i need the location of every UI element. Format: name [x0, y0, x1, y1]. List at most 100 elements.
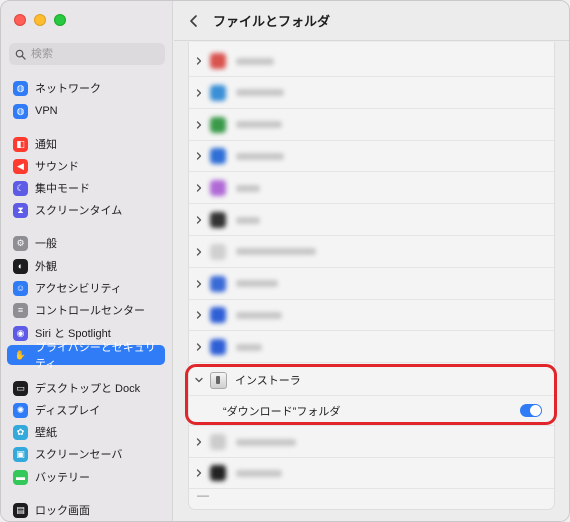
blurred-app-name — [236, 89, 284, 97]
chevron-right-icon[interactable] — [194, 468, 204, 478]
sidebar-item-label: 集中モード — [35, 183, 90, 195]
minimize-window-button[interactable] — [34, 14, 46, 26]
sidebar-item[interactable]: ✺ ディスプレイ — [7, 400, 165, 420]
app-icon — [210, 307, 226, 324]
screensaver-icon: ▣ — [13, 446, 28, 462]
blurred-app-name — [236, 184, 260, 192]
search-field[interactable] — [9, 43, 165, 65]
zoom-window-button[interactable] — [54, 14, 66, 26]
sidebar-item-label: プライバシーとセキュリティ — [35, 342, 156, 370]
app-row[interactable] — [189, 300, 554, 332]
app-icon — [210, 212, 226, 228]
chevron-right-icon[interactable] — [194, 88, 204, 98]
app-icon — [210, 84, 226, 101]
app-icon — [210, 116, 226, 133]
sidebar-item-label: ネットワーク — [35, 83, 101, 95]
sidebar-item[interactable]: ≡ コントロールセンター — [7, 300, 165, 320]
sidebar-item-label: ロック画面 — [35, 505, 90, 517]
blurred-app-name — [236, 152, 284, 160]
sidebar: ◍ ネットワーク ◍ VPN ◧ 通知 ◀ サウンド ☾ 集中モード ⧗ スクリーンタイム ⚙ 一般 ◐ 外観… — [1, 1, 173, 521]
chevron-right-icon[interactable] — [194, 342, 204, 352]
app-row[interactable] — [189, 205, 554, 236]
search-input[interactable] — [31, 48, 151, 60]
sidebar-item-label: スクリーンセーバ — [35, 449, 123, 461]
blurred-app-name — [236, 121, 282, 129]
app-row[interactable] — [189, 237, 554, 268]
sidebar-item[interactable]: ⧗ スクリーンタイム — [7, 200, 165, 220]
blurred-app-name — [236, 469, 282, 477]
sidebar-item[interactable]: ✿ 壁紙 — [7, 422, 165, 442]
app-row[interactable] — [189, 46, 554, 77]
notification-icon: ◧ — [13, 136, 28, 152]
app-icon — [210, 53, 226, 69]
panel-footer: — — [189, 483, 554, 507]
hand-icon: ✋ — [14, 349, 27, 360]
blurred-app-name — [236, 280, 278, 288]
focus-icon: ☾ — [13, 180, 28, 196]
sidebar-item-label: VPN — [35, 105, 58, 117]
app-list-panel: インストーラ “ダウンロード”フォルダ — — [188, 42, 555, 510]
network-icon: ◍ — [13, 80, 28, 96]
sidebar-item[interactable]: ▣ スクリーンセーバ — [7, 444, 165, 464]
sidebar-item[interactable]: ☾ 集中モード — [7, 178, 165, 198]
app-icon — [210, 148, 226, 165]
app-row[interactable] — [189, 141, 554, 173]
sidebar-item[interactable]: ▤ ロック画面 — [7, 500, 165, 520]
blurred-app-name — [236, 438, 296, 446]
app-row[interactable] — [189, 173, 554, 205]
chevron-right-icon[interactable] — [194, 183, 204, 193]
sidebar-item[interactable]: ◧ 通知 — [7, 134, 165, 154]
sidebar-item-label: デスクトップと Dock — [35, 383, 141, 395]
chevron-right-icon[interactable] — [194, 279, 204, 289]
sidebar-item[interactable]: ◀ サウンド — [7, 156, 165, 176]
highlight-annotation — [185, 364, 557, 425]
chevron-right-icon[interactable] — [194, 56, 204, 66]
blurred-app-name — [236, 216, 260, 224]
sidebar-item[interactable]: ◐ 外観 — [7, 256, 165, 276]
siri-icon: ◉ — [13, 325, 28, 341]
title-bar: ファイルとフォルダ — [174, 1, 569, 41]
main-content: インストーラ “ダウンロード”フォルダ — — [174, 42, 569, 521]
app-row[interactable] — [189, 332, 554, 364]
app-row[interactable] — [189, 78, 554, 109]
sidebar-item-label: 一般 — [35, 238, 57, 250]
vpn-icon: ◍ — [13, 103, 28, 119]
sidebar-item-label: スクリーンタイム — [35, 205, 123, 217]
accessibility-icon: ☺ — [13, 280, 28, 296]
lock-screen-icon: ▤ — [13, 502, 28, 518]
sidebar-item-label: 通知 — [35, 139, 57, 151]
page-title: ファイルとフォルダ — [213, 14, 331, 29]
close-window-button[interactable] — [14, 14, 26, 26]
app-row[interactable] — [189, 110, 554, 141]
sidebar-item[interactable]: ▭ デスクトップと Dock — [7, 378, 165, 398]
sound-icon: ◀ — [13, 158, 28, 174]
sidebar-item[interactable]: ⚙ 一般 — [7, 233, 165, 253]
app-icon — [210, 339, 226, 356]
app-icon — [210, 243, 226, 260]
display-icon: ✺ — [13, 402, 28, 418]
search-icon — [15, 49, 26, 60]
sidebar-item[interactable]: ◍ ネットワーク — [7, 78, 165, 98]
appearance-icon: ◐ — [13, 258, 28, 274]
chevron-right-icon[interactable] — [194, 215, 204, 225]
sidebar-item[interactable]: ☺ アクセシビリティ — [7, 278, 165, 298]
chevron-right-icon[interactable] — [194, 437, 204, 447]
app-row[interactable] — [189, 427, 554, 458]
chevron-right-icon[interactable] — [194, 151, 204, 161]
app-row[interactable] — [189, 269, 554, 300]
footer-label: — — [197, 488, 209, 502]
sidebar-item[interactable]: ◍ VPN — [7, 101, 165, 121]
chevron-right-icon[interactable] — [194, 310, 204, 320]
blurred-app-name — [236, 343, 262, 351]
wallpaper-icon: ✿ — [13, 424, 28, 440]
chevron-right-icon[interactable] — [194, 120, 204, 130]
sidebar-item-label: 外観 — [35, 261, 57, 273]
app-icon — [210, 180, 226, 197]
chevron-right-icon[interactable] — [194, 247, 204, 257]
sidebar-item-label: アクセシビリティ — [35, 283, 122, 295]
back-chevron-icon[interactable] — [187, 14, 201, 28]
sidebar-item[interactable]: ▬ バッテリー — [7, 467, 165, 487]
sidebar-item[interactable]: ✋ プライバシーとセキュリティ — [7, 342, 165, 370]
sidebar-item-label: コントロールセンター — [35, 305, 145, 317]
blurred-app-name — [236, 248, 316, 256]
